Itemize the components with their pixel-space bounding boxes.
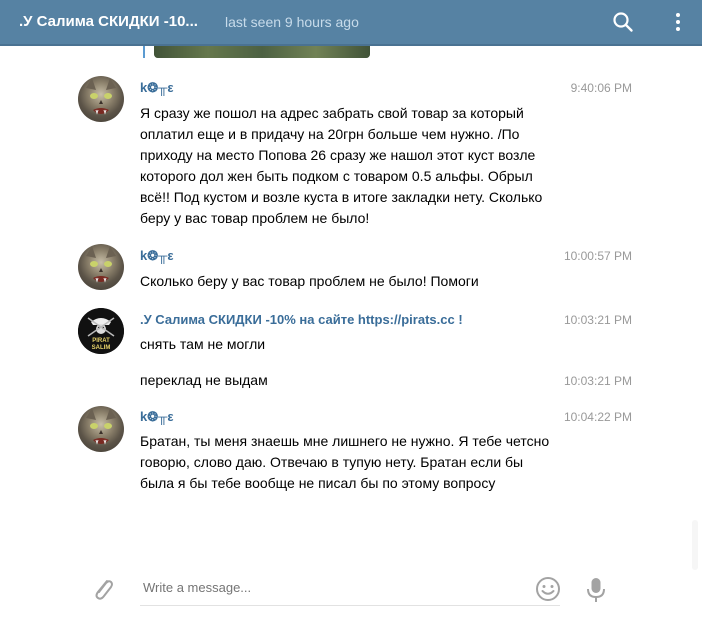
message-time: 9:40:06 PM [570, 81, 632, 95]
avatar[interactable] [78, 244, 124, 290]
search-icon[interactable] [612, 11, 634, 33]
message-time: 10:03:21 PM [563, 374, 632, 388]
message-text: переклад не выдам [140, 372, 268, 388]
message-sender[interactable]: k❂╥ε [140, 80, 174, 96]
message-sender[interactable]: .У Салима СКИДКИ -10% на сайте https://p… [140, 312, 463, 327]
previous-media-accent [143, 46, 145, 58]
message-time: 10:03:21 PM [563, 313, 632, 327]
avatar[interactable] [78, 76, 124, 122]
avatar[interactable] [78, 406, 124, 452]
message-text: Братан, ты меня знаешь мне лишнего не ну… [140, 433, 550, 491]
avatar[interactable]: PIRAT SALIM [78, 308, 124, 354]
last-seen-status: last seen 9 hours ago [225, 14, 359, 30]
message-text: Сколько беру у вас товар проблем не было… [140, 273, 479, 289]
chat-header: .У Салима СКИДКИ -10... last seen 9 hour… [0, 0, 702, 46]
composer-underline [140, 605, 560, 606]
message-sender[interactable]: k❂╥ε [140, 409, 174, 425]
attach-icon[interactable] [90, 575, 116, 603]
message-input[interactable] [143, 580, 533, 595]
avatar-badge-line2: SALIM [92, 345, 111, 351]
message-sender[interactable]: k❂╥ε [140, 248, 174, 264]
message-time: 10:04:22 PM [563, 410, 632, 424]
chat-title[interactable]: .У Салима СКИДКИ -10... [19, 13, 198, 30]
message-text: Я сразу же пошол на адрес забрать свой т… [140, 105, 543, 226]
scrollbar[interactable] [692, 520, 698, 570]
more-options-icon[interactable] [668, 11, 688, 33]
message-time: 10:00:57 PM [563, 249, 632, 263]
microphone-icon[interactable] [585, 576, 607, 604]
avatar-badge-line1: PIRAT [92, 338, 110, 344]
message-text: снять там не могли [140, 336, 266, 352]
emoji-icon[interactable] [535, 576, 561, 602]
previous-media-image[interactable] [154, 46, 370, 58]
